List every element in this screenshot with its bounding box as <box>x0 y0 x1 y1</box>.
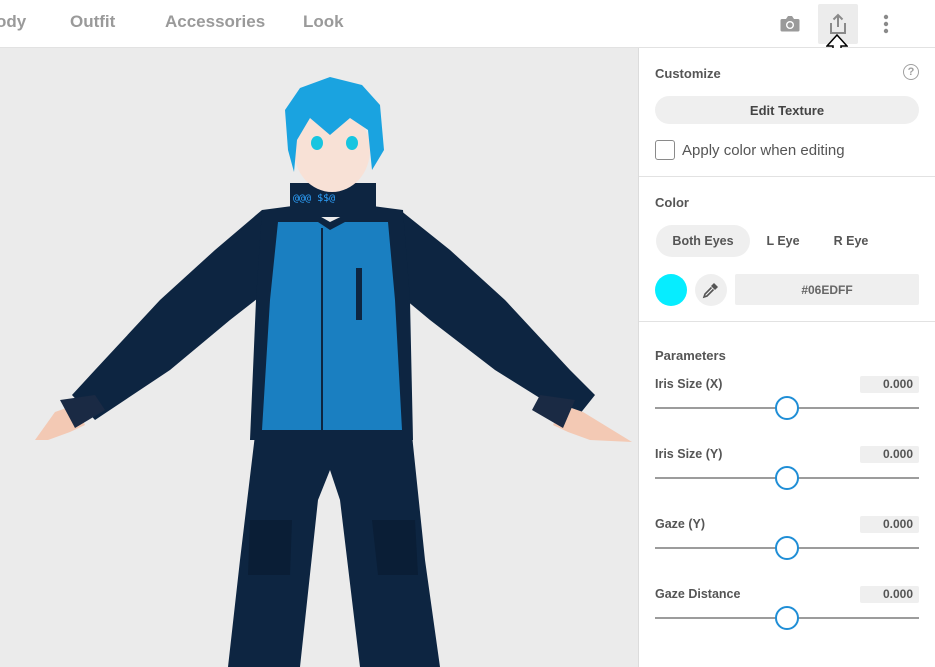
param-value-field[interactable]: 0.000 <box>860 376 919 393</box>
param-slider-thumb[interactable] <box>775 466 799 490</box>
tab-left-eye[interactable]: L Eye <box>757 225 809 257</box>
more-vertical-icon[interactable] <box>866 4 906 44</box>
top-bar: ody Outfit Accessories Look <box>0 0 935 63</box>
color-section: Color Both Eyes L Eye R Eye #06EDFF <box>639 48 935 322</box>
param-label: Gaze (Y) <box>655 517 706 531</box>
param-slider-thumb[interactable] <box>775 606 799 630</box>
param-label: Iris Size (X) <box>655 377 723 391</box>
svg-text:@@@ $$@: @@@ $$@ <box>293 193 335 204</box>
eyedropper-icon[interactable] <box>695 274 727 306</box>
camera-icon[interactable] <box>770 4 810 44</box>
tab-right-eye[interactable]: R Eye <box>821 225 881 257</box>
param-value-field[interactable]: 0.000 <box>860 586 919 603</box>
color-swatch[interactable] <box>655 274 687 306</box>
avatar-viewport[interactable]: @@@ $$@ <box>0 48 638 667</box>
parameters-heading: Parameters <box>655 348 726 363</box>
tab-body[interactable]: ody <box>0 12 26 32</box>
tab-look[interactable]: Look <box>303 12 344 32</box>
param-value-field[interactable]: 0.000 <box>860 446 919 463</box>
param-slider-thumb[interactable] <box>775 536 799 560</box>
parameters-section: Parameters Iris Size (X) 0.000 Iris Size… <box>639 322 935 667</box>
tab-both-eyes[interactable]: Both Eyes <box>656 225 750 257</box>
param-label: Gaze Distance <box>655 587 741 601</box>
param-value-field[interactable]: 0.000 <box>860 516 919 533</box>
avatar-model: @@@ $$@ <box>35 77 632 667</box>
hex-color-field[interactable]: #06EDFF <box>735 274 919 305</box>
customize-panel: Customize ? Edit Texture Apply color whe… <box>638 48 935 667</box>
tab-outfit[interactable]: Outfit <box>70 12 115 32</box>
param-label: Iris Size (Y) <box>655 447 723 461</box>
color-heading: Color <box>655 195 689 210</box>
tab-accessories[interactable]: Accessories <box>165 12 265 32</box>
param-slider-thumb[interactable] <box>775 396 799 420</box>
